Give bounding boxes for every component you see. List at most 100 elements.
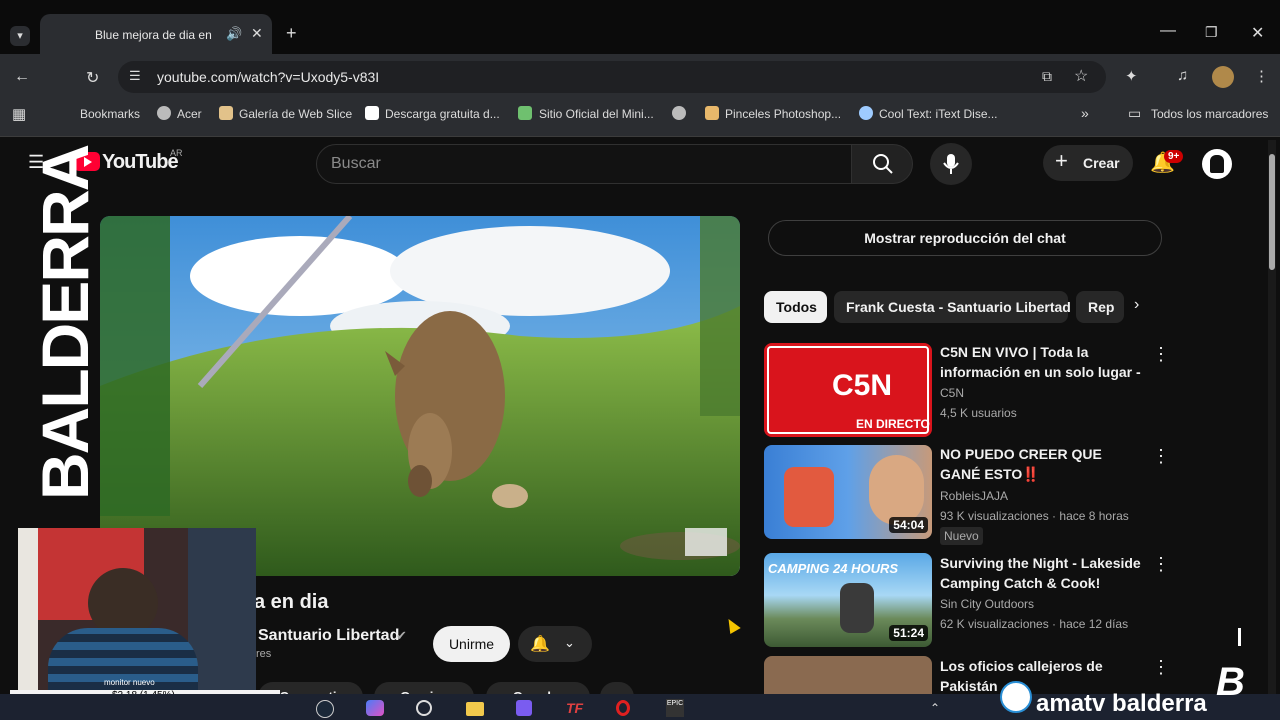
more-bookmarks-icon[interactable]: » [1081,105,1089,121]
rec-meta: 62 K visualizaciones · hace 12 días [940,617,1129,631]
vertical-brand-text: BALDERRA [28,145,102,500]
join-button[interactable]: Unirme [433,626,510,662]
thumbnail[interactable]: CAMPING 24 HOURS 51:24 [764,553,932,647]
plus-icon: + [1055,148,1068,173]
minimize-icon[interactable]: — [1160,22,1176,40]
bookmark-folder[interactable]: Bookmarks [80,107,140,121]
subscribe-bell-button[interactable]: 🔔 ⌄ [518,626,592,662]
folder-icon[interactable] [466,702,484,716]
more-options-icon[interactable]: ⋮ [1152,344,1170,365]
apps-grid-icon[interactable]: ▦ [12,105,26,123]
more-options-icon[interactable]: ⋮ [1152,554,1170,575]
user-avatar[interactable] [1202,149,1232,179]
voice-search-button[interactable] [930,143,972,185]
bookmark-pinceles[interactable]: Pinceles Photoshop... [725,107,841,121]
new-tab-icon[interactable]: + [286,23,297,44]
bookmark-star-icon[interactable]: ☆ [1074,66,1088,86]
search-icon [873,154,893,174]
video-player[interactable] [100,216,740,576]
video-duration: 51:24 [889,625,928,641]
text-cursor [1238,628,1241,646]
thumb-face [869,455,924,525]
webcam-label: monitor nuevo [104,678,155,687]
thumb-character [784,467,834,527]
video-frame-image [100,216,740,576]
new-badge: Nuevo [940,527,983,545]
chevron-down-icon: ⌄ [564,635,575,650]
tray-chevron-icon[interactable]: ⌃ [930,701,940,715]
chip-more[interactable]: Rep [1076,291,1124,323]
poster-background [188,528,256,690]
thumbnail[interactable]: 54:04 [764,445,932,539]
rec-meta: 93 K visualizaciones · hace 8 horas [940,509,1129,523]
bookmark-sitio-oficial[interactable]: Sitio Oficial del Mini... [539,107,654,121]
install-app-icon[interactable]: ⧉ [1042,68,1052,85]
subscriber-count: res [256,648,272,660]
search-input[interactable] [316,144,852,184]
globe-icon [672,106,686,120]
youtube-logo-text[interactable]: YouTube [102,151,179,174]
site-icon [518,106,532,120]
rec-title[interactable]: C5N EN VIVO | Toda la información en un … [940,342,1145,382]
watermark-text: amatv balderra [1036,690,1207,717]
site-info-icon[interactable]: ☰ [129,68,141,84]
bookmark-web-slice[interactable]: Galería de Web Slice [239,107,352,121]
rec-channel[interactable]: RobleisJAJA [940,489,1008,503]
bell-outline-icon: 🔔 [530,636,550,653]
video-title: a en dia [254,591,329,613]
more-menu-icon[interactable]: ⋮ [1254,67,1269,85]
thumbnail[interactable] [764,656,932,696]
more-options-icon[interactable]: ⋮ [1152,446,1170,467]
reload-icon[interactable]: ↻ [86,68,99,88]
rec-channel[interactable]: C5N [940,386,964,400]
tab-title: Blue mejora de dia en c [95,28,215,42]
thumb-person [840,583,874,633]
app-icon[interactable] [516,700,532,716]
channel-name[interactable]: Santuario Libertad [258,627,399,645]
download-icon [365,106,379,120]
chip-all[interactable]: Todos [764,291,827,323]
thumbnail[interactable]: C5N EN DIRECTO [764,343,932,437]
copilot-icon[interactable] [366,700,384,716]
bookmark-cool-text[interactable]: Cool Text: iText Dise... [879,107,998,121]
cooltext-icon [859,106,873,120]
obs-icon[interactable] [416,700,432,716]
rec-channel[interactable]: Sin City Outdoors [940,597,1034,611]
tab-search-icon[interactable]: ▾ [10,26,30,46]
globe-icon [157,106,171,120]
close-window-icon[interactable]: ✕ [1251,23,1264,43]
rec-title[interactable]: Surviving the Night - Lakeside Camping C… [940,553,1145,593]
profile-avatar[interactable] [1212,66,1234,88]
restore-icon[interactable]: ❐ [1205,24,1218,41]
folder-icon: ▭ [1128,105,1142,121]
tf-icon[interactable]: TF [566,700,583,716]
steam-icon[interactable] [316,700,334,718]
all-bookmarks[interactable]: Todos los marcadores [1151,107,1268,121]
url-text[interactable]: youtube.com/watch?v=Uxody5-v83I [157,69,379,85]
bookmark-acer[interactable]: Acer [177,107,202,121]
video-duration: 54:04 [889,517,928,533]
live-badge: EN DIRECTO [856,417,930,431]
overlay-logo [1000,681,1032,713]
rec-meta: 4,5 K usuarios [940,406,1017,420]
chip-channel[interactable]: Frank Cuesta - Santuario Libertad [834,291,1071,323]
extensions-icon[interactable]: ✦ [1125,67,1138,85]
search-button[interactable] [851,144,913,184]
chevron-right-icon[interactable]: › [1134,296,1139,314]
show-chat-replay-button[interactable]: Mostrar reproducción del chat [768,220,1162,256]
search-placeholder: Buscar [331,155,381,172]
epic-icon[interactable]: EPIC [666,699,684,717]
back-icon[interactable]: ← [14,68,30,86]
mic-icon [943,154,959,174]
more-options-icon[interactable]: ⋮ [1152,657,1170,678]
speaker-icon[interactable]: 🔊 [226,26,242,42]
media-control-icon[interactable]: ♫ [1177,67,1188,84]
web-slice-icon [219,106,233,120]
rec-title[interactable]: NO PUEDO CREER QUE GANÉ ESTO‼️ [940,444,1145,484]
verified-icon: ✔ [396,628,407,643]
brush-icon [705,106,719,120]
bookmark-descarga[interactable]: Descarga gratuita d... [385,107,500,121]
close-tab-icon[interactable]: ✕ [251,25,263,42]
opera-icon[interactable] [616,700,630,716]
page-scrollbar[interactable] [1268,140,1276,694]
